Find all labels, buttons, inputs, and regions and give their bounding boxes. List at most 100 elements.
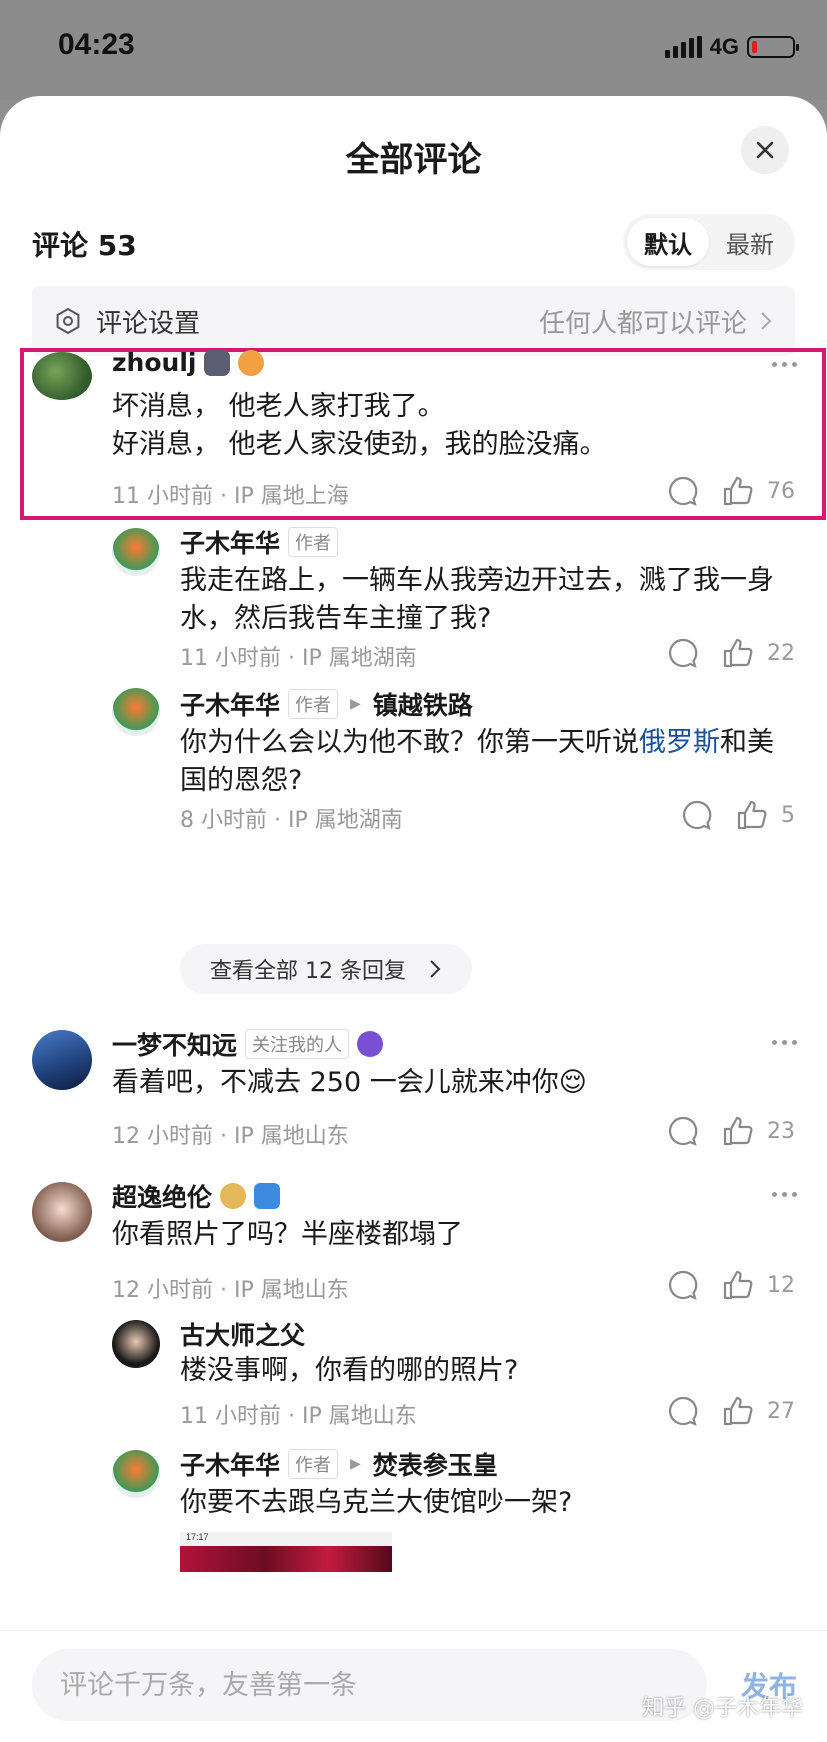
reply-icon[interactable] [667, 1269, 699, 1301]
crown-badge-icon [204, 349, 231, 376]
comments-sheet: 全部评论 评论 53 默认 最新 评论设置 任何人都可以评论 zhoulj 坏消… [0, 96, 827, 1742]
more-options-button[interactable] [772, 1040, 797, 1045]
more-options-button[interactable] [772, 362, 797, 367]
comment-meta: 11 小时前 · IP 属地上海 [112, 484, 349, 509]
comment-author[interactable]: 子木年华 [180, 686, 280, 722]
comment-author-line: 子木年华 作者 [180, 524, 339, 560]
comment-author[interactable]: zhoulj [112, 348, 196, 377]
like-button[interactable]: 12 [721, 1268, 795, 1302]
comment-actions: 27 [667, 1394, 795, 1428]
more-options-button[interactable] [772, 1192, 797, 1197]
comment-author[interactable]: 古大师之父 [180, 1316, 305, 1352]
settings-value: 任何人都可以评论 [538, 308, 747, 339]
close-button[interactable] [741, 126, 789, 174]
reply-icon[interactable] [667, 475, 699, 507]
sort-newest-option[interactable]: 最新 [709, 218, 791, 266]
view-all-replies-button[interactable]: 查看全部 12 条回复 [180, 944, 472, 994]
comment-meta: 11 小时前 · IP 属地山东 [180, 1404, 417, 1429]
chevron-right-icon [761, 312, 772, 330]
comment-composer: 发布 知乎 @子木年华 [0, 1630, 827, 1742]
network-type: 4G [709, 34, 739, 59]
thumbs-up-icon [723, 1270, 753, 1300]
comment-author-line: 子木年华 作者 ▶ 焚表参玉皇 [180, 1446, 498, 1482]
battery-icon [747, 36, 799, 58]
comment-count: 评论 53 [32, 229, 137, 262]
comment-author-line: 古大师之父 [180, 1316, 305, 1352]
comment-meta: 8 小时前 · IP 属地湖南 [180, 808, 403, 833]
medal-badge-icon [238, 349, 265, 376]
avatar[interactable] [32, 1182, 92, 1242]
comment-actions: 5 [681, 798, 795, 832]
reply-icon[interactable] [667, 637, 699, 669]
comment-author-line: 超逸绝伦 [112, 1178, 281, 1214]
follower-tag: 关注我的人 [245, 1029, 350, 1059]
comment-meta: 11 小时前 · IP 属地湖南 [180, 646, 417, 671]
status-indicators: 4G [664, 34, 799, 60]
avatar[interactable] [112, 528, 160, 576]
like-button[interactable]: 76 [721, 474, 795, 508]
mail-badge-icon [254, 1183, 281, 1209]
comment-text: 坏消息， 他老人家打我了。 好消息， 他老人家没使劲，我的脸没痛。 [112, 391, 607, 460]
avatar[interactable] [112, 1450, 160, 1498]
reply-arrow-icon: ▶ [350, 1456, 361, 1472]
avatar[interactable] [32, 1030, 92, 1090]
attached-image-preview[interactable]: 17:17 [180, 1532, 392, 1572]
comment-actions: 22 [667, 636, 795, 670]
comment-text: 你看照片了吗？半座楼都塌了 [112, 1219, 463, 1250]
member-badge-icon [357, 1031, 384, 1057]
comment-actions: 76 [667, 474, 795, 508]
comment-meta: 12 小时前 · IP 属地山东 [112, 1124, 349, 1149]
like-button[interactable]: 22 [721, 636, 795, 670]
comment-author-line: zhoulj [112, 348, 265, 377]
preview-status-time: 17:17 [180, 1532, 392, 1546]
watermark: 知乎 @子木年华 [642, 1696, 803, 1721]
comment-actions: 23 [667, 1114, 795, 1148]
comment-text: 看着吧，不减去 250 一会儿就来冲你😌 [112, 1067, 587, 1098]
comment-author[interactable]: 一梦不知远 [112, 1026, 237, 1062]
thumbs-up-icon [723, 638, 753, 668]
comment-author[interactable]: 子木年华 [180, 1446, 280, 1482]
comment-author-line: 子木年华 作者 ▶ 镇越铁路 [180, 686, 473, 722]
close-icon [756, 141, 774, 159]
crown-badge-icon [220, 1183, 247, 1209]
comment-author[interactable]: 子木年华 [180, 524, 280, 560]
comment-text: 你为什么会以为他不敢？你第一天听说俄罗斯和美国的恩怨? [180, 727, 774, 796]
reply-icon[interactable] [681, 799, 713, 831]
topic-link[interactable]: 俄罗斯 [639, 727, 720, 758]
like-button[interactable]: 5 [735, 798, 795, 832]
reply-icon[interactable] [667, 1115, 699, 1147]
reply-to-user[interactable]: 镇越铁路 [373, 686, 473, 722]
settings-hexagon-icon [56, 307, 80, 335]
comment-settings-bar[interactable]: 评论设置 任何人都可以评论 [32, 286, 795, 356]
comment-author[interactable]: 超逸绝伦 [112, 1178, 212, 1214]
comment-text: 我走在路上，一辆车从我旁边开过去，溅了我一身水，然后我告车主撞了我? [180, 565, 774, 634]
chevron-right-icon [430, 960, 441, 978]
like-button[interactable]: 23 [721, 1114, 795, 1148]
avatar[interactable] [112, 688, 160, 736]
comment-text: 你要不去跟乌克兰大使馆吵一架? [180, 1487, 573, 1518]
sheet-title: 全部评论 [345, 140, 482, 180]
author-tag: 作者 [288, 1449, 339, 1479]
like-button[interactable]: 27 [721, 1394, 795, 1428]
comment-input[interactable] [32, 1649, 707, 1721]
signal-icon [664, 36, 702, 58]
comment-actions: 12 [667, 1268, 795, 1302]
reply-arrow-icon: ▶ [350, 696, 361, 712]
avatar[interactable] [32, 352, 92, 400]
thumbs-up-icon [723, 476, 753, 506]
thumbs-up-icon [723, 1116, 753, 1146]
sort-default-option[interactable]: 默认 [627, 218, 709, 266]
comment-author-line: 一梦不知远 关注我的人 [112, 1026, 384, 1062]
comment-text: 楼没事啊，你看的哪的照片? [180, 1355, 519, 1386]
author-tag: 作者 [288, 689, 339, 719]
author-tag: 作者 [288, 527, 339, 557]
status-time: 04:23 [58, 28, 135, 61]
thumbs-up-icon [723, 1396, 753, 1426]
reply-to-user[interactable]: 焚表参玉皇 [373, 1446, 498, 1482]
avatar[interactable] [112, 1320, 160, 1368]
thumbs-up-icon [737, 800, 767, 830]
reply-icon[interactable] [667, 1395, 699, 1427]
comment-count-row: 评论 53 默认 最新 [32, 214, 795, 272]
status-bar: 04:23 4G [0, 0, 827, 100]
comment-meta: 12 小时前 · IP 属地山东 [112, 1278, 349, 1303]
